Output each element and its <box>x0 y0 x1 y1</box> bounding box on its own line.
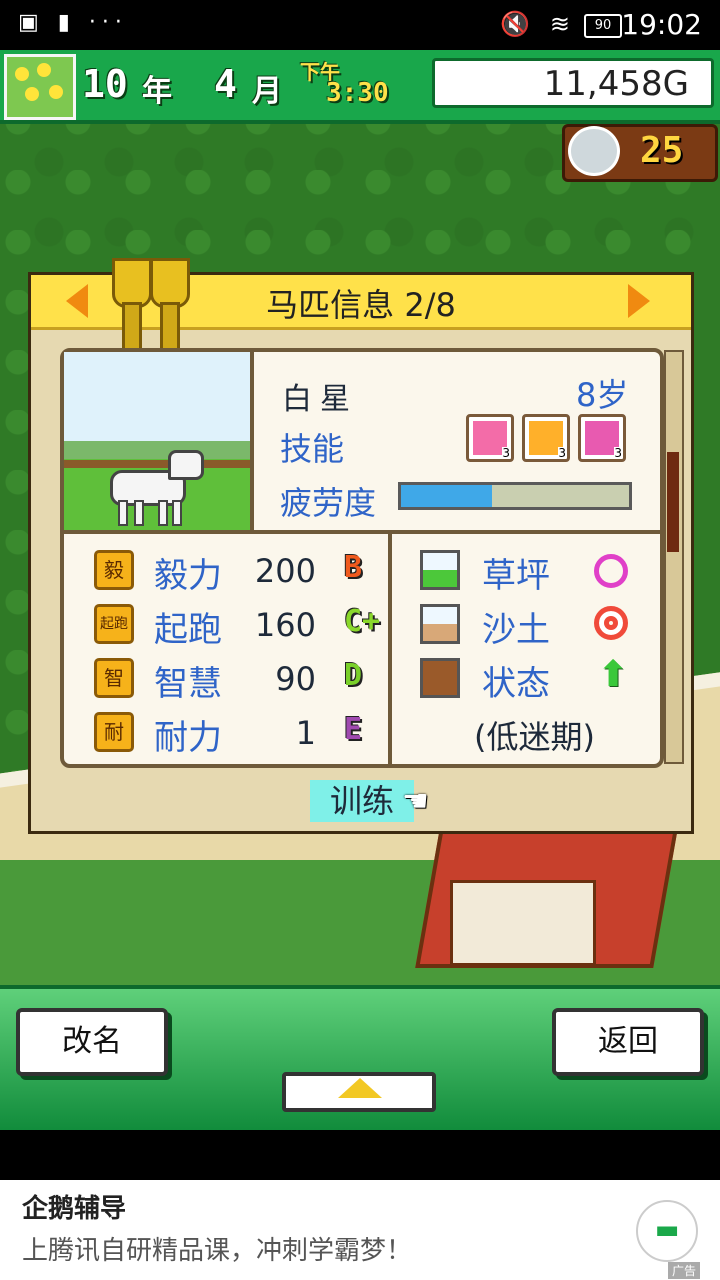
season-thumbnail <box>4 54 76 120</box>
start-icon: 起跑 <box>94 604 134 644</box>
chevron-up-icon <box>338 1078 382 1098</box>
divider <box>388 534 392 764</box>
ad-action-icon[interactable]: ▬ <box>636 1200 698 1262</box>
stat-label: 智慧 <box>154 664 222 704</box>
fatigue-bar-fill <box>401 485 492 507</box>
stat-value: 200 <box>254 552 316 590</box>
condition-note: (低迷期) <box>474 718 595 756</box>
screen-gap <box>0 1130 720 1180</box>
horse-leg <box>158 500 168 526</box>
fence <box>64 460 250 468</box>
horse-leg <box>134 500 144 526</box>
year-number: 10 <box>82 62 128 106</box>
month-unit: 月 <box>252 74 282 109</box>
fatigue-label: 疲劳度 <box>280 484 377 522</box>
ad-tag: 广告 <box>668 1262 701 1279</box>
terrain-label: 沙土 <box>482 610 550 650</box>
horse-condition-icon <box>420 658 460 698</box>
stat-grade: D <box>344 658 363 693</box>
up-arrow-icon: ⬆ <box>598 654 629 695</box>
stat-value: 160 <box>254 606 316 644</box>
skills-label: 技能 <box>280 430 345 468</box>
train-button[interactable]: 训练 <box>310 780 414 822</box>
horse-skill-icon[interactable]: 3 <box>466 414 514 462</box>
month-number: 4 <box>214 62 237 106</box>
horse-head <box>168 450 204 480</box>
horse-leg <box>172 500 182 526</box>
stamina-icon: 毅 <box>94 550 134 590</box>
horse-name: 白星 <box>282 382 358 417</box>
clock-time: 19:02 <box>621 8 702 41</box>
money-display: 11,458G <box>432 58 714 108</box>
stat-label: 毅力 <box>154 556 222 596</box>
stat-grade: E <box>344 712 363 747</box>
medal-icon <box>568 126 620 176</box>
game-clock: 3:30 <box>326 78 389 108</box>
rename-button[interactable]: 改名 <box>16 1008 168 1076</box>
endurance-icon: 耐 <box>94 712 134 752</box>
stable-building <box>450 880 596 966</box>
start-skill-icon[interactable]: 3 <box>522 414 570 462</box>
trophy-icon <box>112 252 190 354</box>
circle-mark-icon <box>594 554 628 588</box>
skill-level: 3 <box>558 446 566 460</box>
stat-grade: C+ <box>344 604 381 639</box>
horse-age: 8岁 <box>576 376 629 414</box>
back-button[interactable]: 返回 <box>552 1008 704 1076</box>
ad-description[interactable]: 上腾讯自研精品课，冲刺学霸梦！ <box>22 1230 412 1267</box>
stat-value: 1 <box>295 714 316 752</box>
scrollbar-track[interactable] <box>664 350 684 764</box>
skill-level: 3 <box>614 446 622 460</box>
stat-grade: B <box>344 550 363 585</box>
dirt-icon <box>420 604 460 644</box>
next-horse-arrow-icon[interactable] <box>628 284 650 318</box>
stat-value: 90 <box>275 660 316 698</box>
stat-label: 起跑 <box>154 610 222 650</box>
wifi-icon: ≋ <box>549 10 570 38</box>
stat-label: 耐力 <box>154 718 222 758</box>
status-bar: ▣ ▮ ··· 🔇 ≋ 90 19:02 <box>0 0 720 50</box>
notification-icons: ▣ ▮ ··· <box>18 10 128 35</box>
medal-count: 25 <box>640 130 684 171</box>
year-unit: 年 <box>142 74 172 109</box>
scrollbar-thumb[interactable] <box>667 452 679 552</box>
terrain-label: 状态 <box>482 664 550 704</box>
battery-icon: 90 <box>584 14 622 38</box>
mute-icon: 🔇 <box>500 10 530 38</box>
jockey-skill-icon[interactable]: 3 <box>578 414 626 462</box>
pointing-hand-icon: ☚ <box>402 784 429 819</box>
turf-icon <box>420 550 460 590</box>
terrain-label: 草坪 <box>482 556 550 596</box>
divider <box>64 530 660 534</box>
double-circle-mark-icon <box>594 606 628 640</box>
wisdom-icon: 智 <box>94 658 134 698</box>
horse-leg <box>118 500 128 526</box>
prev-horse-arrow-icon[interactable] <box>66 284 88 318</box>
ad-title[interactable]: 企鹅辅导 <box>22 1188 126 1225</box>
skill-level: 3 <box>502 446 510 460</box>
